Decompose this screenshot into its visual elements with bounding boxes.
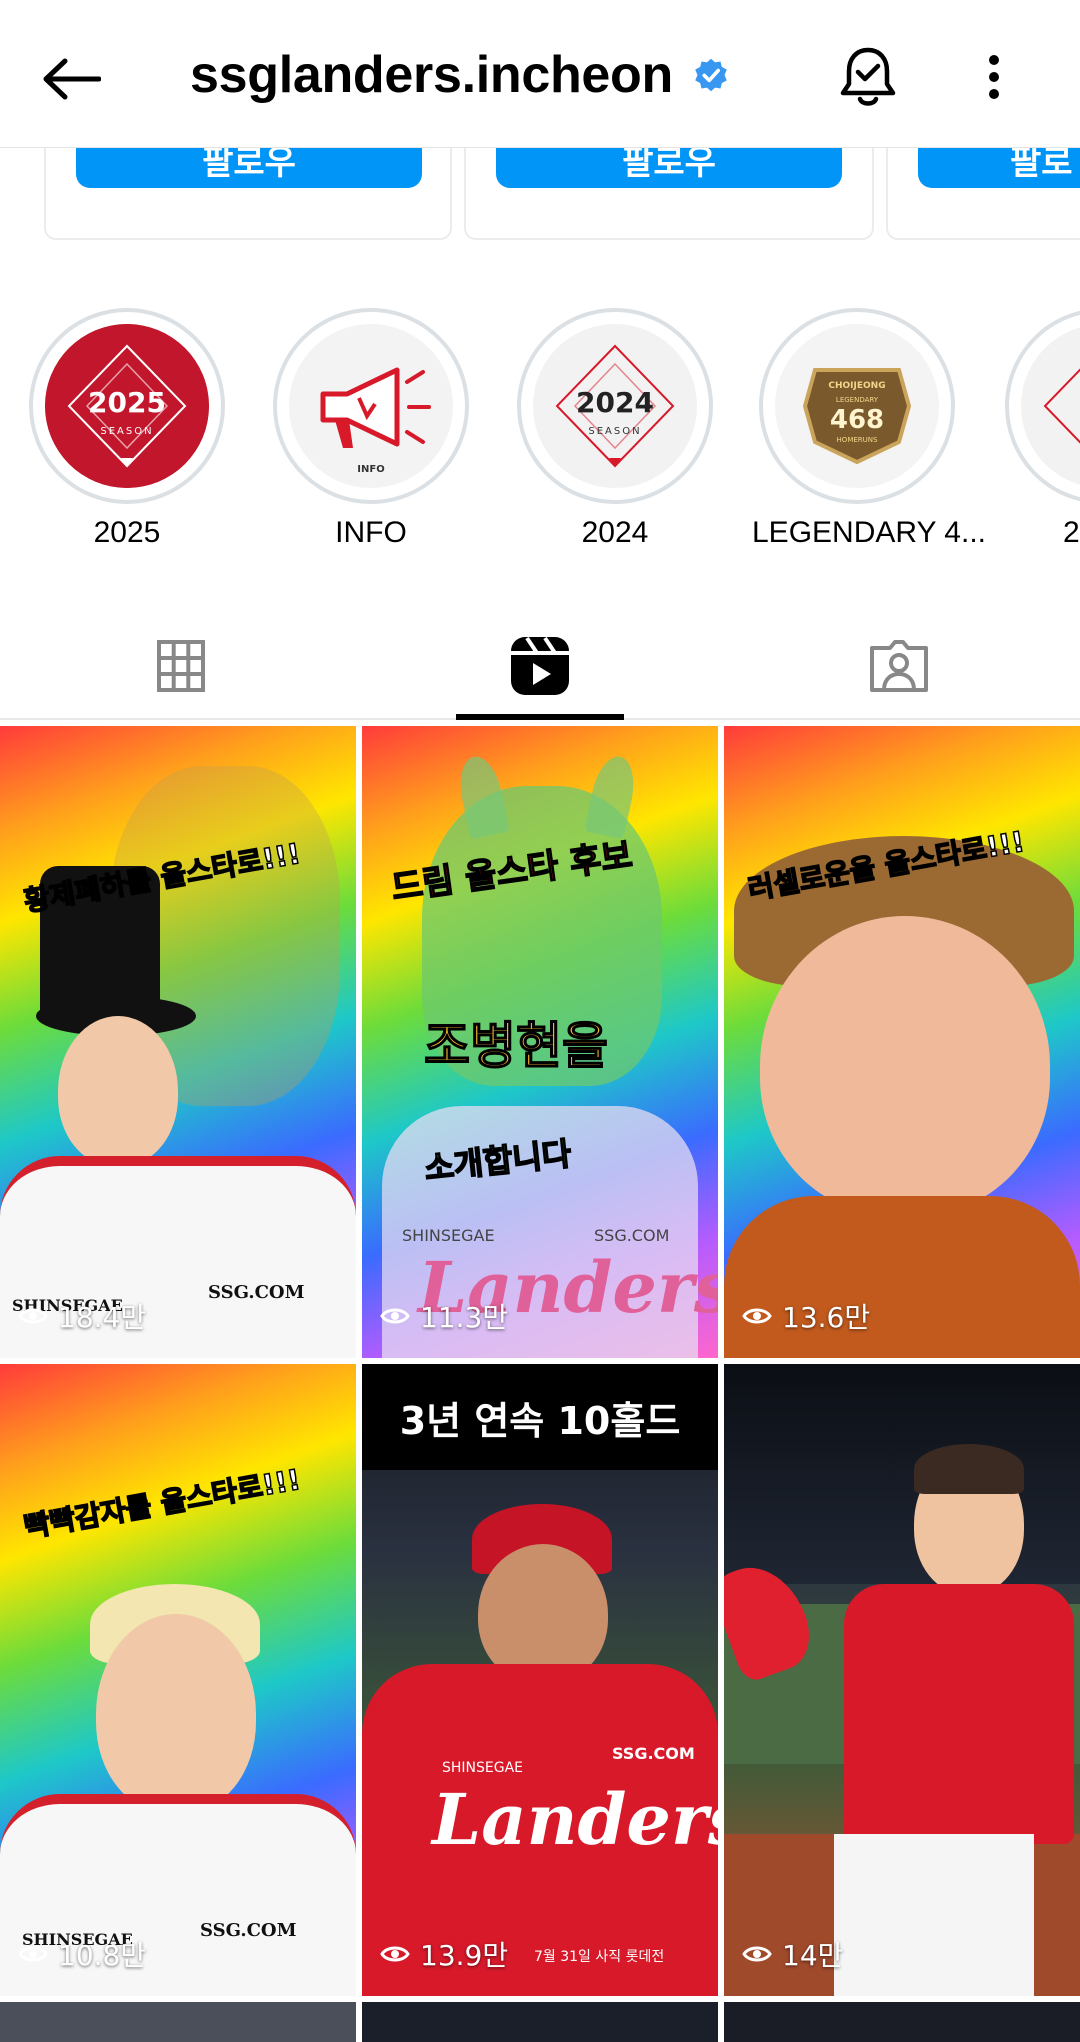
highlight-cover: INFO	[273, 308, 469, 504]
username-title: ssglanders.incheon	[190, 46, 673, 104]
reels-tab[interactable]	[455, 612, 625, 720]
view-count: 14만	[742, 1934, 843, 1974]
cartoon-face	[760, 916, 1050, 1216]
tagged-tab[interactable]	[814, 612, 984, 720]
profile-tabs	[0, 612, 1080, 720]
highlight-label: 2	[1063, 516, 1080, 549]
highlight-info[interactable]: INFO INFO	[271, 308, 471, 550]
svg-text:INFO: INFO	[357, 464, 384, 475]
highlight-label: LEGENDARY 4...	[752, 516, 986, 549]
landers-logo: Landers	[432, 1778, 718, 1861]
night-sky	[724, 1364, 1080, 1584]
svg-text:HOMERUNS: HOMERUNS	[837, 436, 878, 444]
profile-header: ssglanders.incheon	[0, 0, 1080, 148]
story-highlights: 2025 SEASON 2025 INFO INFO 2024 SEASON 2…	[0, 300, 1080, 560]
svg-text:SEASON: SEASON	[100, 426, 153, 437]
suggested-account-card: 팔로	[886, 148, 1080, 240]
eye-icon	[18, 1946, 48, 1962]
username-title-group: ssglanders.incheon	[190, 40, 729, 110]
suggested-account-card: 팔로우	[464, 148, 874, 240]
back-button[interactable]	[34, 42, 108, 116]
reel-tile[interactable]: SSG.COM SHINSEGAE 빡빡감자를 올스타로!!! 10.8만	[0, 1364, 356, 1996]
highlight-cover: CHOIJEONG LEGENDARY 468 HOMERUNS	[759, 308, 955, 504]
homerun-count-text: 468	[830, 405, 884, 435]
player-face	[58, 1016, 178, 1166]
view-count: 10.8만	[18, 1934, 146, 1974]
tagged-person-icon	[870, 640, 928, 692]
follow-button[interactable]: 팔로	[918, 148, 1080, 188]
more-options-button[interactable]	[968, 40, 1020, 114]
pants	[834, 1834, 1034, 1996]
suggested-accounts-strip: 팔로우 팔로우 팔로	[0, 148, 1080, 244]
baseball-diamond-icon: 2024 SEASON	[533, 324, 697, 488]
highlight-year-text: 2025	[88, 386, 166, 419]
reel-overlay-caption: 빡빡감자를 올스타로!!!	[21, 1462, 304, 1545]
megaphone-icon: INFO	[289, 324, 453, 488]
view-count: 18.4만	[18, 1296, 146, 1336]
svg-text:CHOIJEONG: CHOIJEONG	[828, 381, 885, 391]
highlight-2025[interactable]: 2025 SEASON 2025	[27, 308, 227, 550]
jersey	[844, 1584, 1074, 1844]
more-vertical-icon	[989, 55, 999, 99]
svg-text:LEGENDARY: LEGENDARY	[836, 396, 879, 404]
highlight-label: INFO	[335, 516, 407, 549]
highlight-cover: 2024 SEASON	[517, 308, 713, 504]
reel-title-banner: 3년 연속 10홀드	[362, 1364, 718, 1470]
active-tab-indicator	[456, 714, 624, 720]
player-face	[478, 1544, 608, 1684]
bell-check-icon	[840, 47, 896, 106]
view-count: 11.3만	[380, 1296, 508, 1336]
reel-tile[interactable]: 3년 연속 10홀드 SSG.COM SHINSEGAE Landers 7월 …	[362, 1364, 718, 1996]
player-face	[96, 1614, 256, 1814]
verified-badge-icon	[695, 58, 727, 92]
highlight-cover	[1005, 308, 1080, 504]
highlight-label: 2024	[581, 516, 649, 549]
reels-grid: SSG.COM SHINSEGAE 황제폐하를 올스타로!!! 18.4만 드림…	[0, 726, 1080, 2042]
reel-tile[interactable]: 14만	[724, 1364, 1080, 1996]
reel-tile[interactable]	[362, 2002, 718, 2042]
highlight-legendary[interactable]: CHOIJEONG LEGENDARY 468 HOMERUNS LEGENDA…	[752, 308, 986, 550]
reel-tile[interactable]: SSG.COM SHINSEGAE 황제폐하를 올스타로!!! 18.4만	[0, 726, 356, 1358]
notifications-button[interactable]	[834, 38, 902, 116]
reels-icon	[511, 636, 569, 695]
highlight-label: 2025	[93, 516, 161, 549]
reel-tile[interactable]	[724, 2002, 1080, 2042]
highlight-year-text: 2024	[576, 386, 654, 419]
reel-tile[interactable]: 드림 올스타 후보 조병현을 소개합니다 SHINSEGAE SSG.COM L…	[362, 726, 718, 1358]
player-hair	[914, 1444, 1024, 1494]
back-arrow-icon	[43, 58, 101, 100]
reel-tile[interactable]: 러셀로운을 올스타로!!! 13.6만	[724, 726, 1080, 1358]
reel-tile[interactable]	[0, 2002, 356, 2042]
eye-icon	[742, 1308, 772, 1324]
baseball-diamond-icon	[1043, 368, 1080, 444]
baseball-diamond-icon: 2025 SEASON	[45, 324, 209, 488]
view-count: 13.6만	[742, 1296, 870, 1336]
reel-overlay-caption: 조병현을	[423, 1016, 609, 1076]
eye-icon	[380, 1308, 410, 1324]
homerun-badge-icon: CHOIJEONG LEGENDARY 468 HOMERUNS	[775, 324, 939, 488]
eye-icon	[742, 1946, 772, 1962]
suggested-account-card: 팔로우	[44, 148, 452, 240]
grid-icon	[157, 640, 205, 692]
view-count: 13.9만	[380, 1934, 508, 1974]
highlight-partial[interactable]: 2	[1003, 308, 1080, 550]
grid-tab[interactable]	[96, 612, 266, 720]
svg-text:SEASON: SEASON	[588, 426, 641, 437]
follow-button[interactable]: 팔로우	[496, 148, 842, 188]
eye-icon	[18, 1308, 48, 1324]
follow-button[interactable]: 팔로우	[76, 148, 422, 188]
eye-icon	[380, 1946, 410, 1962]
highlight-2024[interactable]: 2024 SEASON 2024	[515, 308, 715, 550]
highlight-cover: 2025 SEASON	[29, 308, 225, 504]
video-caption: 7월 31일 사직 롯데전	[534, 1949, 665, 1965]
